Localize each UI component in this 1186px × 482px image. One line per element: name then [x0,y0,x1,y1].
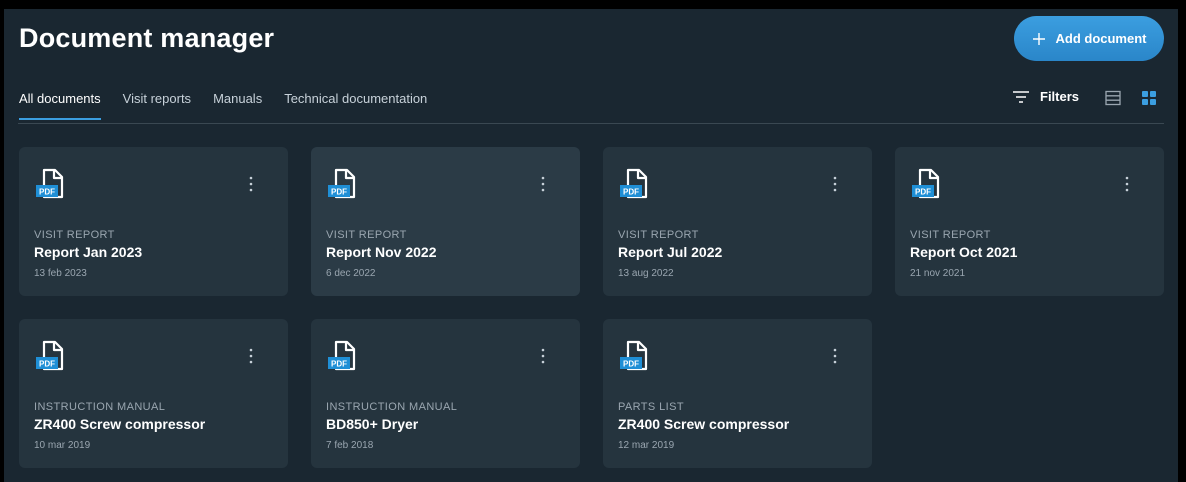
document-category: PARTS LIST [618,401,684,413]
pdf-badge-text: PDF [623,188,639,197]
pdf-badge-text: PDF [39,360,55,369]
document-date: 10 mar 2019 [34,440,91,451]
add-document-button[interactable]: Add document [1014,16,1164,61]
tab-visit-reports[interactable]: Visit reports [123,91,191,120]
more-vertical-icon[interactable] [243,175,259,193]
document-date: 6 dec 2022 [326,268,376,279]
add-document-label: Add document [1055,31,1147,46]
plus-icon [1032,32,1045,45]
document-date: 7 feb 2018 [326,440,374,451]
pdf-file-icon: PDF [620,168,648,199]
document-tabs: All documents Visit reports Manuals Tech… [19,91,449,120]
pdf-file-icon: PDF [328,168,356,199]
more-vertical-icon[interactable] [535,175,551,193]
pdf-badge-text: PDF [623,360,639,369]
grid-view-icon[interactable] [1140,89,1158,107]
more-vertical-icon[interactable] [535,347,551,365]
document-name: BD850+ Dryer [326,416,419,432]
more-vertical-icon[interactable] [827,347,843,365]
document-name: Report Oct 2021 [910,244,1018,260]
document-name: Report Jul 2022 [618,244,723,260]
pdf-file-icon: PDF [328,340,356,371]
pdf-file-icon: PDF [620,340,648,371]
list-view-icon[interactable] [1104,89,1122,107]
pdf-badge-text: PDF [331,360,347,369]
more-vertical-icon[interactable] [1119,175,1135,193]
pdf-badge-text: PDF [331,188,347,197]
document-card[interactable]: PDF PARTS LIST ZR400 Screw compressor 12… [603,319,872,468]
pdf-file-icon: PDF [912,168,940,199]
document-date: 12 mar 2019 [618,440,675,451]
pdf-badge-text: PDF [915,188,931,197]
document-category: INSTRUCTION MANUAL [326,401,458,413]
more-vertical-icon[interactable] [827,175,843,193]
filter-icon [1013,90,1029,103]
document-name: Report Jan 2023 [34,244,143,260]
tabs-divider [18,123,1164,124]
tab-all-documents[interactable]: All documents [19,91,101,120]
document-card[interactable]: PDF INSTRUCTION MANUAL ZR400 Screw compr… [19,319,288,468]
document-category: VISIT REPORT [910,229,991,241]
document-card[interactable]: PDF INSTRUCTION MANUAL BD850+ Dryer 7 fe… [311,319,580,468]
document-manager-app: Document manager Add document All docume… [4,9,1178,482]
document-date: 21 nov 2021 [910,268,966,279]
document-card[interactable]: PDF VISIT REPORT Report Oct 2021 21 nov … [895,147,1164,296]
document-category: VISIT REPORT [326,229,407,241]
document-name: ZR400 Screw compressor [618,416,790,432]
document-name: Report Nov 2022 [326,244,437,260]
document-date: 13 feb 2023 [34,268,87,279]
pdf-file-icon: PDF [36,168,64,199]
filters-label: Filters [1040,89,1080,104]
pdf-badge-text: PDF [39,188,55,197]
filters-button[interactable]: Filters [1012,89,1079,104]
document-card[interactable]: PDF VISIT REPORT Report Nov 2022 6 dec 2… [311,147,580,296]
tab-manuals[interactable]: Manuals [213,91,262,120]
pdf-file-icon: PDF [36,340,64,371]
document-category: VISIT REPORT [618,229,699,241]
document-category: INSTRUCTION MANUAL [34,401,166,413]
tab-technical-documentation[interactable]: Technical documentation [284,91,427,120]
document-card[interactable]: PDF VISIT REPORT Report Jul 2022 13 aug … [603,147,872,296]
document-category: VISIT REPORT [34,229,115,241]
document-name: ZR400 Screw compressor [34,416,206,432]
more-vertical-icon[interactable] [243,347,259,365]
page-title: Document manager [19,23,275,53]
document-date: 13 aug 2022 [618,268,674,279]
document-card[interactable]: PDF VISIT REPORT Report Jan 2023 13 feb … [19,147,288,296]
